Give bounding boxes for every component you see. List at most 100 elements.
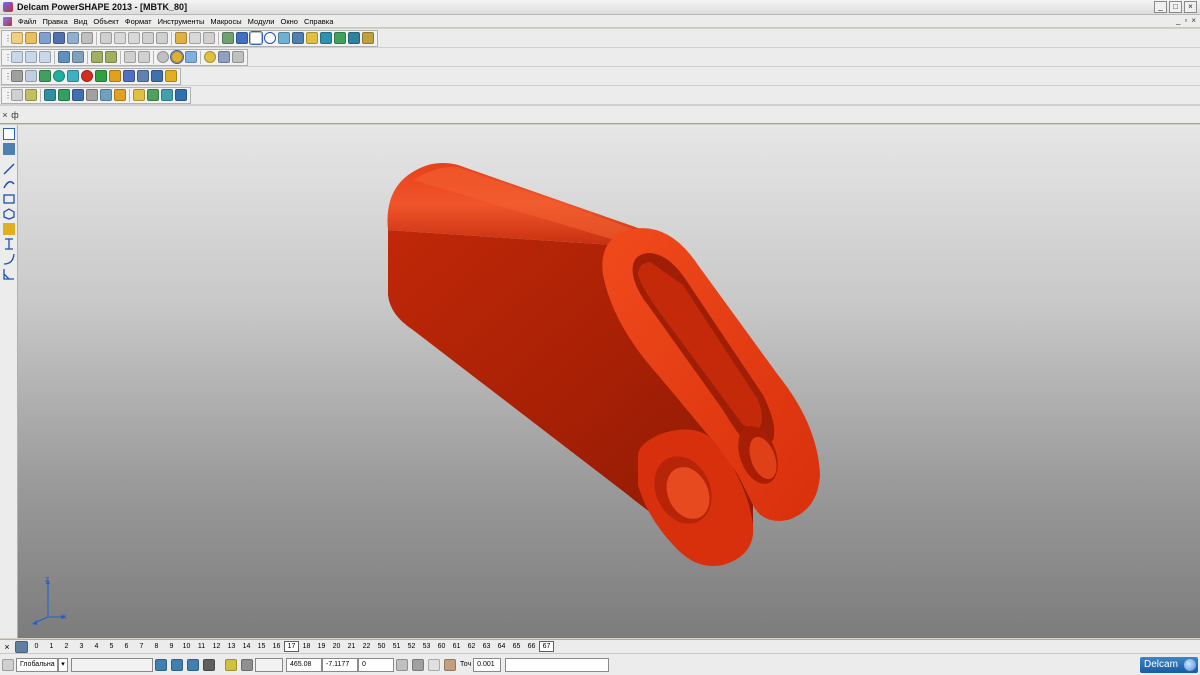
delete-icon[interactable]: [156, 32, 168, 44]
cut-icon[interactable]: [100, 32, 112, 44]
level-11[interactable]: 11: [194, 643, 209, 650]
doc-restore-button[interactable]: ▫: [1184, 16, 1187, 25]
level-63[interactable]: 63: [479, 643, 494, 650]
doc-close-button[interactable]: ×: [1191, 16, 1196, 25]
level-50[interactable]: 50: [374, 643, 389, 650]
level-53[interactable]: 53: [419, 643, 434, 650]
blend-icon[interactable]: [58, 89, 70, 101]
hand-icon[interactable]: [232, 51, 244, 63]
light-icon[interactable]: [204, 51, 216, 63]
level-18[interactable]: 18: [299, 643, 314, 650]
zoom-out-icon[interactable]: [105, 51, 117, 63]
view-rotate-icon[interactable]: [72, 51, 84, 63]
level-65[interactable]: 65: [509, 643, 524, 650]
level-52[interactable]: 52: [404, 643, 419, 650]
cone-icon[interactable]: [95, 70, 107, 82]
graphics-viewport[interactable]: Z X: [18, 125, 1200, 638]
level-62[interactable]: 62: [464, 643, 479, 650]
shaded-icon[interactable]: [170, 50, 184, 64]
copy-icon[interactable]: [114, 32, 126, 44]
highlight-icon[interactable]: [306, 32, 318, 44]
measure-icon[interactable]: [292, 32, 304, 44]
workplane-select[interactable]: Глобальна: [16, 657, 58, 672]
zoom-fit-icon[interactable]: [138, 51, 150, 63]
entity-select[interactable]: [71, 657, 153, 672]
menu-macros[interactable]: Макросы: [207, 17, 244, 26]
view-status-icon-2[interactable]: [171, 658, 183, 671]
select-arrow-icon[interactable]: [249, 31, 263, 45]
surface-select-icon[interactable]: [320, 32, 332, 44]
feature-icon[interactable]: [67, 70, 79, 82]
level-51[interactable]: 51: [389, 643, 404, 650]
command-field[interactable]: [505, 657, 610, 672]
menu-view[interactable]: Вид: [71, 17, 91, 26]
lock-icon[interactable]: [81, 32, 93, 44]
level-12[interactable]: 12: [209, 643, 224, 650]
save-icon[interactable]: [53, 32, 65, 44]
y-coordinate[interactable]: -7.1177: [322, 657, 358, 672]
menu-help[interactable]: Справка: [301, 17, 336, 26]
menu-modules[interactable]: Модули: [245, 17, 278, 26]
toolbar-grip[interactable]: ⋮: [4, 69, 12, 84]
level-61[interactable]: 61: [449, 643, 464, 650]
model-icon[interactable]: [25, 70, 37, 82]
block-icon[interactable]: [109, 70, 121, 82]
view-top-icon[interactable]: [11, 51, 23, 63]
arc-icon[interactable]: [3, 178, 15, 190]
redo-icon[interactable]: [189, 32, 201, 44]
new-icon[interactable]: [11, 32, 23, 44]
close-bar-icon[interactable]: ×: [0, 110, 10, 120]
menu-edit[interactable]: Правка: [39, 17, 70, 26]
pin-icon[interactable]: ф: [10, 110, 20, 120]
zoom-box-icon[interactable]: [124, 51, 136, 63]
toolbar-grip[interactable]: ⋮: [4, 50, 12, 65]
level-15[interactable]: 15: [254, 643, 269, 650]
undo-icon[interactable]: [175, 32, 187, 44]
level-13[interactable]: 13: [224, 643, 239, 650]
line-icon[interactable]: [3, 163, 15, 175]
view-status-icon-1[interactable]: [155, 658, 167, 671]
level-6[interactable]: 6: [119, 643, 134, 650]
level-16[interactable]: 16: [269, 643, 284, 650]
minimize-button[interactable]: _: [1154, 1, 1167, 13]
wireframe-icon[interactable]: [157, 51, 169, 63]
close-button[interactable]: ×: [1184, 1, 1197, 13]
view-status-icon-3[interactable]: [187, 658, 199, 671]
analysis-icon[interactable]: [165, 70, 177, 82]
level-7[interactable]: 7: [134, 643, 149, 650]
shaded-edges-icon[interactable]: [185, 51, 197, 63]
mesh-icon[interactable]: [123, 70, 135, 82]
tolerance-field[interactable]: 0.001: [473, 657, 502, 672]
electrode-icon[interactable]: [137, 70, 149, 82]
doc-minimize-button[interactable]: _: [1176, 16, 1180, 25]
repeat-icon[interactable]: [203, 32, 215, 44]
level-14[interactable]: 14: [239, 643, 254, 650]
calculator-icon[interactable]: [412, 658, 424, 671]
workplane-dropdown-icon[interactable]: ▾: [58, 657, 68, 672]
dimension-icon[interactable]: [3, 238, 15, 250]
level-9[interactable]: 9: [164, 643, 179, 650]
sphere-icon[interactable]: [81, 70, 93, 82]
level-21[interactable]: 21: [344, 643, 359, 650]
level-10[interactable]: 10: [179, 643, 194, 650]
view-front-icon[interactable]: [25, 51, 37, 63]
level-2[interactable]: 2: [59, 643, 74, 650]
surface-icon[interactable]: [39, 70, 51, 82]
level-22[interactable]: 22: [359, 643, 374, 650]
angle-icon[interactable]: [3, 268, 15, 280]
workplane-toggle-icon[interactable]: [428, 658, 440, 671]
wizard-icon[interactable]: [362, 32, 374, 44]
workplane-icon[interactable]: [236, 32, 248, 44]
workplane-status-icon[interactable]: [2, 658, 14, 671]
solid-icon[interactable]: [53, 70, 65, 82]
level-0[interactable]: 0: [29, 643, 44, 650]
view-iso-icon[interactable]: [58, 51, 70, 63]
x-coordinate[interactable]: 465.08: [286, 657, 322, 672]
document-icon[interactable]: [3, 16, 12, 26]
levels-close-icon[interactable]: ×: [0, 642, 14, 652]
circle-select-icon[interactable]: [264, 32, 276, 44]
level-67[interactable]: 67: [539, 641, 554, 652]
levels-icon[interactable]: [15, 640, 28, 653]
pattern-icon[interactable]: [161, 89, 173, 101]
transform-icon[interactable]: [25, 89, 37, 101]
